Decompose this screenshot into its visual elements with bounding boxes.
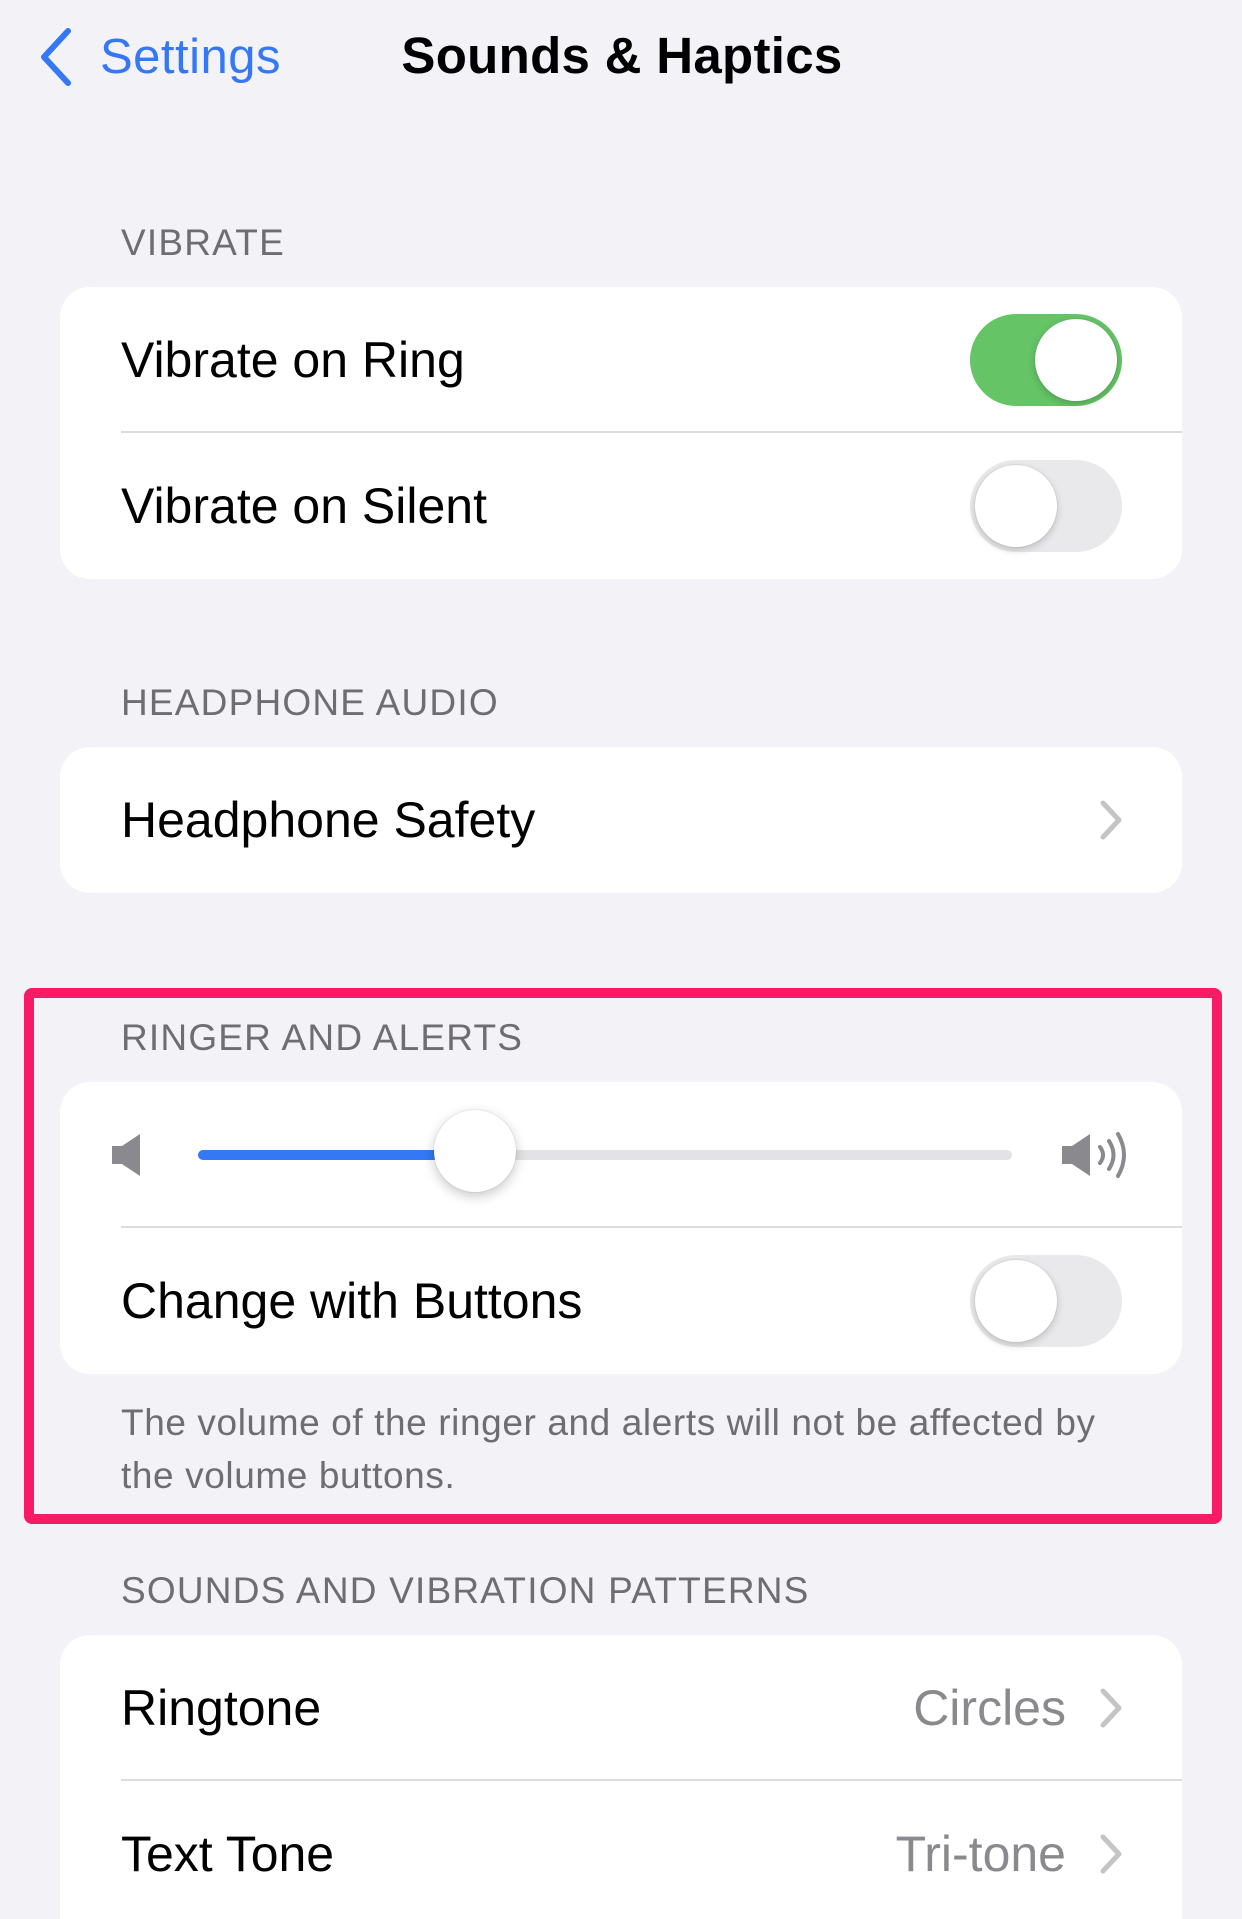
headphone-audio-group: Headphone Safety bbox=[60, 747, 1182, 893]
vibrate-on-ring-row: Vibrate on Ring bbox=[60, 287, 1182, 433]
ringer-alerts-group: Change with Buttons bbox=[60, 1082, 1182, 1374]
toggle-knob bbox=[1035, 319, 1117, 401]
ringtone-label: Ringtone bbox=[121, 1680, 322, 1736]
toggle-knob bbox=[975, 1260, 1057, 1342]
text-tone-label: Text Tone bbox=[121, 1826, 335, 1882]
toggle-knob bbox=[975, 465, 1057, 547]
page-title-text: Sounds & Haptics bbox=[401, 27, 843, 84]
sounds-patterns-group: Ringtone Circles Text Tone Tri-tone bbox=[60, 1635, 1182, 1919]
vibrate-on-ring-toggle[interactable] bbox=[970, 314, 1122, 406]
sounds-haptics-screen: Settings Sounds & Haptics VIBRATE Vibrat… bbox=[0, 0, 1242, 1919]
chevron-right-icon bbox=[1100, 1834, 1122, 1874]
vibrate-group: Vibrate on Ring Vibrate on Silent bbox=[60, 287, 1182, 579]
ringer-volume-slider[interactable] bbox=[198, 1150, 1012, 1160]
text-tone-row[interactable]: Text Tone Tri-tone bbox=[60, 1781, 1182, 1919]
section-header-vibrate: VIBRATE bbox=[121, 222, 285, 263]
section-header-ringer-alerts: RINGER AND ALERTS bbox=[121, 1017, 524, 1058]
headphone-safety-label: Headphone Safety bbox=[121, 792, 536, 848]
speaker-high-icon bbox=[1062, 1132, 1126, 1178]
chevron-right-icon bbox=[1100, 1688, 1122, 1728]
change-with-buttons-row: Change with Buttons bbox=[60, 1228, 1182, 1374]
headphone-safety-row[interactable]: Headphone Safety bbox=[60, 747, 1182, 893]
vibrate-on-ring-label: Vibrate on Ring bbox=[121, 332, 465, 388]
vibrate-on-silent-row: Vibrate on Silent bbox=[60, 433, 1182, 579]
ringer-volume-row bbox=[60, 1082, 1182, 1228]
vibrate-on-silent-label: Vibrate on Silent bbox=[121, 478, 487, 534]
section-header-sounds-patterns: SOUNDS AND VIBRATION PATTERNS bbox=[121, 1570, 810, 1611]
speaker-low-icon bbox=[112, 1134, 140, 1176]
navigation-bar: Settings Sounds & Haptics bbox=[0, 0, 1242, 120]
ringer-alerts-footer: The volume of the ringer and alerts will… bbox=[121, 1402, 1096, 1496]
change-with-buttons-toggle[interactable] bbox=[970, 1255, 1122, 1347]
section-header-headphone-audio: HEADPHONE AUDIO bbox=[121, 682, 499, 723]
slider-thumb[interactable] bbox=[433, 1110, 516, 1192]
text-tone-value: Tri-tone bbox=[895, 1826, 1066, 1882]
page-title: Sounds & Haptics bbox=[0, 26, 1242, 85]
change-with-buttons-label: Change with Buttons bbox=[121, 1273, 583, 1329]
ringtone-value: Circles bbox=[913, 1680, 1066, 1736]
vibrate-on-silent-toggle[interactable] bbox=[970, 460, 1122, 552]
ringtone-row[interactable]: Ringtone Circles bbox=[60, 1635, 1182, 1781]
chevron-right-icon bbox=[1100, 800, 1122, 840]
